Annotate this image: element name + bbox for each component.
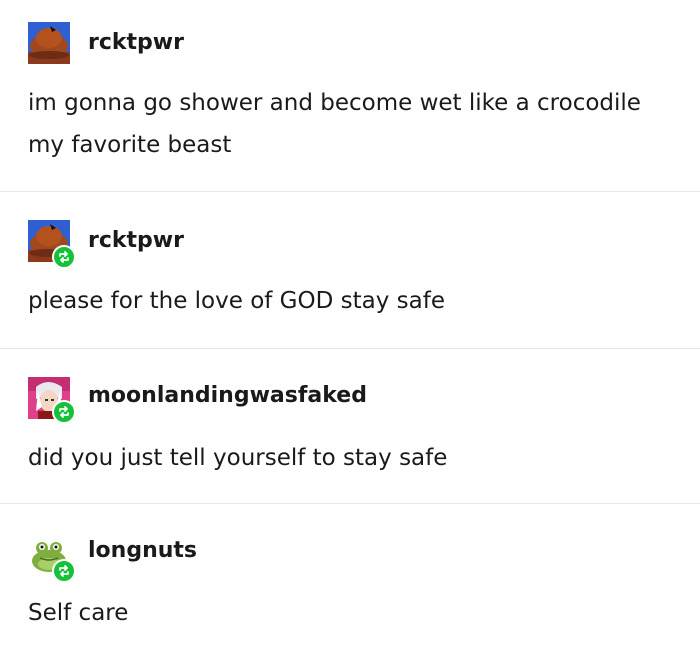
post-original: rcktpwr im gonna go shower and become we… bbox=[0, 0, 700, 190]
post-text: did you just tell yourself to stay safe bbox=[28, 445, 448, 471]
post-username[interactable]: rcktpwr bbox=[88, 228, 184, 253]
post-text: im gonna go shower and become wet like a… bbox=[28, 90, 641, 158]
post-username[interactable]: longnuts bbox=[88, 538, 197, 563]
post-reblog-3: longnuts Self care bbox=[0, 504, 700, 650]
reblog-thread: rcktpwr im gonna go shower and become we… bbox=[0, 0, 700, 650]
post-reblog-2: moonlandingwasfaked did you just tell yo… bbox=[0, 349, 700, 503]
hat-avatar-icon[interactable] bbox=[28, 22, 70, 64]
post-username[interactable]: rcktpwr bbox=[88, 30, 184, 55]
post-text: please for the love of GOD stay safe bbox=[28, 288, 445, 314]
reblog-icon bbox=[52, 559, 76, 583]
reblog-icon bbox=[52, 400, 76, 424]
post-username[interactable]: moonlandingwasfaked bbox=[88, 383, 367, 408]
post-reblog-1: rcktpwr please for the love of GOD stay … bbox=[0, 192, 700, 348]
post-text: Self care bbox=[28, 600, 129, 626]
reblog-icon bbox=[52, 245, 76, 269]
